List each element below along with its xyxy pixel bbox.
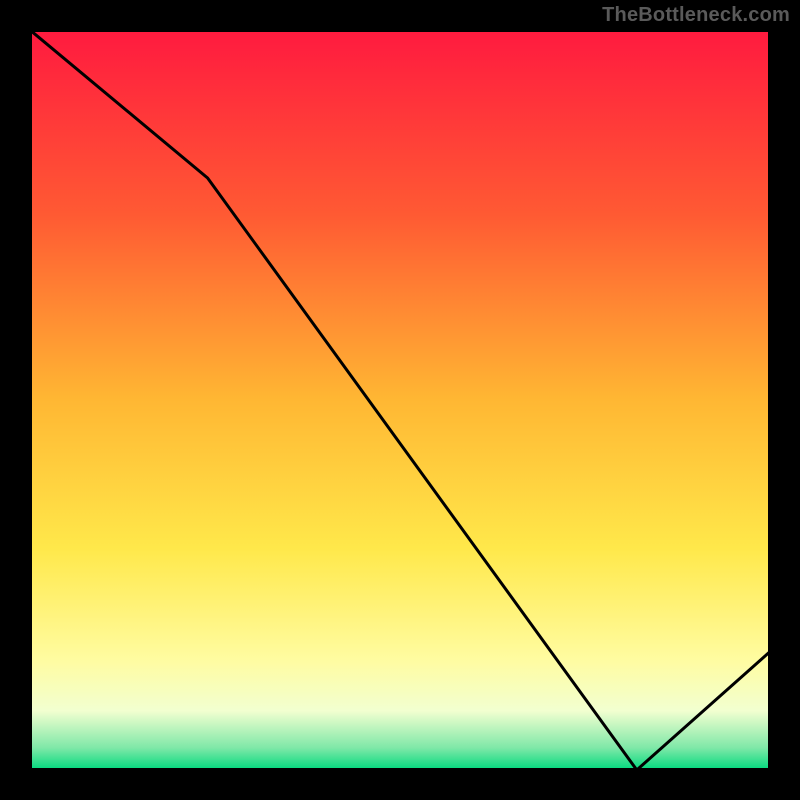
plot-area — [30, 30, 770, 770]
watermark-text: TheBottleneck.com — [602, 4, 790, 27]
bottleneck-curve — [30, 30, 770, 770]
chart-container: TheBottleneck.com — [0, 0, 800, 800]
